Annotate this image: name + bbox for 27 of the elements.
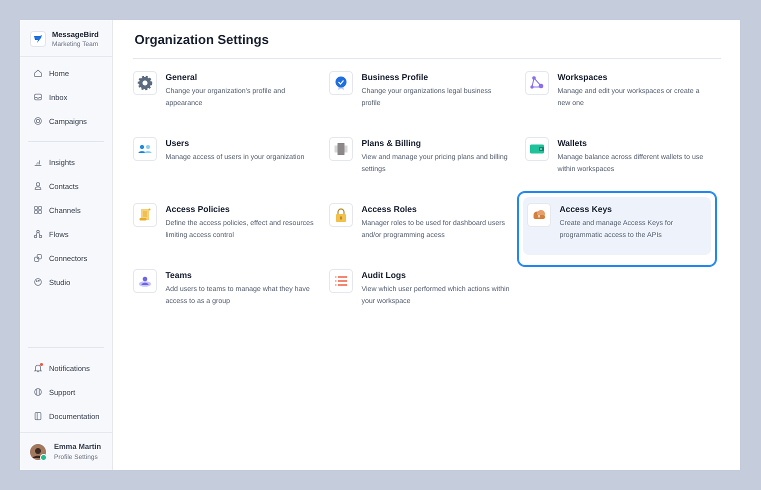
card-title: Workspaces — [557, 72, 608, 82]
card-title: Business Profile — [361, 72, 430, 82]
card-title: Plans & Billing — [361, 138, 422, 148]
bell-icon — [33, 363, 43, 373]
target-icon — [33, 116, 43, 126]
card-title: Teams — [165, 270, 193, 280]
card-title: Access Roles — [361, 204, 418, 214]
flow-icon — [33, 229, 43, 239]
gear-icon — [137, 75, 154, 91]
badge-icon — [333, 75, 350, 91]
scroll-icon — [137, 207, 154, 223]
list-icon — [333, 273, 350, 289]
card-title: Users — [165, 138, 190, 148]
grid-icon — [33, 205, 43, 215]
card-title: Access Policies — [165, 204, 231, 214]
card-title: General — [165, 72, 198, 82]
inbox-icon — [33, 92, 43, 102]
page-title: Organization Settings — [134, 32, 270, 47]
card-title: Access Keys — [559, 204, 613, 214]
card-title: Audit Logs — [361, 270, 407, 280]
nodes-icon — [529, 75, 546, 91]
house-icon — [33, 68, 43, 78]
person-icon — [33, 181, 43, 191]
card-title: Wallets — [557, 138, 588, 148]
book-icon — [33, 411, 43, 421]
bird-logo-icon — [30, 31, 46, 47]
palette-icon — [33, 277, 43, 287]
